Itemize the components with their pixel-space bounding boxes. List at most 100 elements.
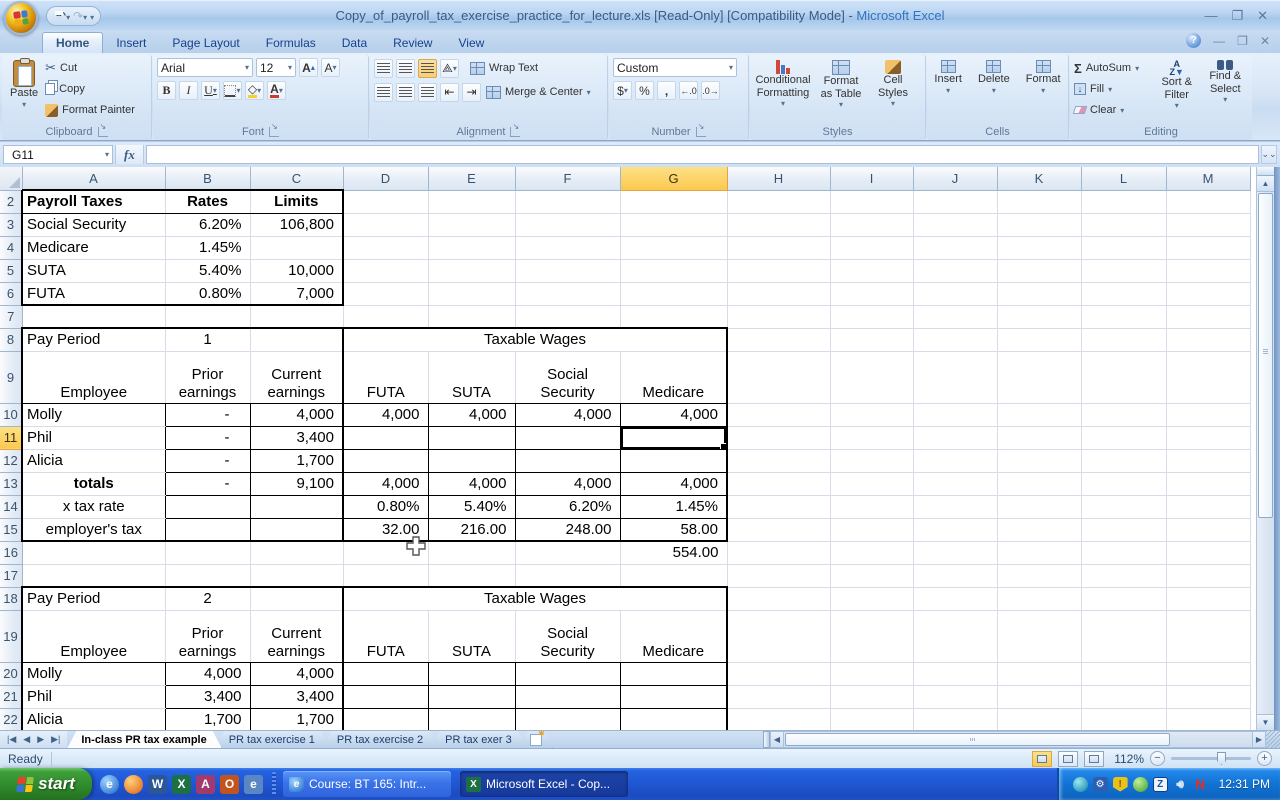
row-header-7[interactable]: 7 <box>0 305 23 329</box>
cell-I11[interactable] <box>830 426 914 450</box>
page-layout-view-button[interactable] <box>1058 750 1078 767</box>
cell-I16[interactable] <box>830 541 914 565</box>
cell-G19[interactable]: Medicare <box>620 610 728 663</box>
excel-icon[interactable]: X <box>172 774 191 794</box>
cell-L11[interactable] <box>1081 426 1167 450</box>
sheet-tab-3[interactable]: PR tax exercise 2 <box>323 731 438 748</box>
tray-tools-icon[interactable]: ⚙ <box>1092 776 1108 792</box>
sort-filter-button[interactable]: A Z▼ Sort & Filter ▾ <box>1154 58 1200 124</box>
cell-I20[interactable] <box>830 662 914 686</box>
cell-J20[interactable] <box>913 662 998 686</box>
cell-A5[interactable]: SUTA <box>21 259 166 283</box>
column-header-L[interactable]: L <box>1081 167 1167 191</box>
cell-G16[interactable]: 554.00 <box>620 541 728 565</box>
cell-F10[interactable]: 4,000 <box>515 403 621 427</box>
cell-L3[interactable] <box>1081 213 1167 237</box>
tray-messenger-icon[interactable] <box>1072 776 1088 792</box>
cell-M22[interactable] <box>1166 708 1251 730</box>
column-header-D[interactable]: D <box>343 167 429 191</box>
column-header-I[interactable]: I <box>830 167 914 191</box>
cell-D8[interactable]: Taxable Wages <box>342 327 728 352</box>
cell-B2[interactable]: Rates <box>165 189 251 214</box>
align-bottom-button[interactable] <box>418 58 437 78</box>
cell-J7[interactable] <box>913 305 998 329</box>
cell-H5[interactable] <box>727 259 831 283</box>
cell-F16[interactable] <box>515 541 621 565</box>
cell-B9[interactable]: Prior earnings <box>165 351 251 404</box>
task-button-browser[interactable]: e Course: BT 165: Intr... <box>283 771 451 797</box>
cell-M9[interactable] <box>1166 351 1251 404</box>
alignment-dialog-launcher[interactable] <box>510 122 521 137</box>
first-sheet-button[interactable]: |◀ <box>4 734 19 745</box>
copy-button[interactable]: Copy <box>45 79 135 99</box>
insert-function-button[interactable]: fx <box>115 145 144 164</box>
cell-J22[interactable] <box>913 708 998 730</box>
horizontal-scroll-thumb[interactable] <box>785 733 1170 746</box>
cell-A13[interactable]: totals <box>21 472 166 496</box>
tab-insert[interactable]: Insert <box>103 33 159 53</box>
cell-L21[interactable] <box>1081 685 1167 709</box>
cell-E19[interactable]: SUTA <box>428 610 516 663</box>
resize-grip[interactable] <box>1266 731 1280 748</box>
cell-B22[interactable]: 1,700 <box>165 708 251 730</box>
cell-M21[interactable] <box>1166 685 1251 709</box>
cell-M2[interactable] <box>1166 190 1251 214</box>
cell-F21[interactable] <box>515 685 621 709</box>
cell-E6[interactable] <box>428 282 516 306</box>
cell-D17[interactable] <box>343 564 429 588</box>
cell-A18[interactable]: Pay Period <box>21 586 166 611</box>
cell-M4[interactable] <box>1166 236 1251 260</box>
decrease-decimal-button[interactable]: .0→ <box>701 81 720 100</box>
cell-I15[interactable] <box>830 518 914 542</box>
sheet-tab-2[interactable]: PR tax exercise 1 <box>215 731 330 748</box>
cell-B8[interactable]: 1 <box>165 327 251 352</box>
number-format-combo[interactable]: Custom ▾ <box>613 58 737 77</box>
cell-M10[interactable] <box>1166 403 1251 427</box>
cell-L10[interactable] <box>1081 403 1167 427</box>
cell-K15[interactable] <box>997 518 1082 542</box>
cell-L5[interactable] <box>1081 259 1167 283</box>
formula-input[interactable] <box>145 145 1259 164</box>
cell-C18[interactable] <box>250 586 344 611</box>
accounting-format-button[interactable]: $ ▾ <box>613 81 632 100</box>
format-as-table-button[interactable]: Format as Table ▾ <box>815 58 867 124</box>
cell-J11[interactable] <box>913 426 998 450</box>
row-header-4[interactable]: 4 <box>0 236 23 260</box>
cell-K7[interactable] <box>997 305 1082 329</box>
row-header-22[interactable]: 22 <box>0 708 23 730</box>
cell-A6[interactable]: FUTA <box>21 282 166 306</box>
row-header-9[interactable]: 9 <box>0 351 23 404</box>
cell-K11[interactable] <box>997 426 1082 450</box>
cell-F15[interactable]: 248.00 <box>515 518 621 542</box>
cell-E20[interactable] <box>428 662 516 686</box>
cell-L18[interactable] <box>1081 587 1167 611</box>
row-header-19[interactable]: 19 <box>0 610 23 663</box>
insert-cells-button[interactable]: Insert ▾ <box>930 58 966 124</box>
cell-L22[interactable] <box>1081 708 1167 730</box>
cell-E12[interactable] <box>428 449 516 473</box>
tray-norton-icon[interactable]: N <box>1193 776 1208 792</box>
cell-D3[interactable] <box>343 213 429 237</box>
next-sheet-button[interactable]: ▶ <box>34 734 47 745</box>
row-header-15[interactable]: 15 <box>0 518 23 542</box>
tray-shield-icon[interactable]: ! <box>1112 776 1128 792</box>
cell-J12[interactable] <box>913 449 998 473</box>
cell-J3[interactable] <box>913 213 998 237</box>
cell-H15[interactable] <box>727 518 831 542</box>
align-right-button[interactable] <box>418 82 437 102</box>
cell-H10[interactable] <box>727 403 831 427</box>
doc-close-button[interactable]: ✕ <box>1260 35 1270 47</box>
tab-review[interactable]: Review <box>380 33 445 53</box>
cell-D10[interactable]: 4,000 <box>342 403 429 427</box>
cell-C19[interactable]: Current earnings <box>250 610 344 663</box>
cell-F13[interactable]: 4,000 <box>515 472 621 496</box>
cell-D11[interactable] <box>342 426 429 450</box>
row-header-14[interactable]: 14 <box>0 495 23 519</box>
cell-J14[interactable] <box>913 495 998 519</box>
cell-I17[interactable] <box>830 564 914 588</box>
zoom-out-button[interactable]: − <box>1150 751 1165 766</box>
row-header-16[interactable]: 16 <box>0 541 23 565</box>
cell-I4[interactable] <box>830 236 914 260</box>
align-top-button[interactable] <box>374 58 393 78</box>
doc-restore-button[interactable]: ❐ <box>1237 35 1248 47</box>
